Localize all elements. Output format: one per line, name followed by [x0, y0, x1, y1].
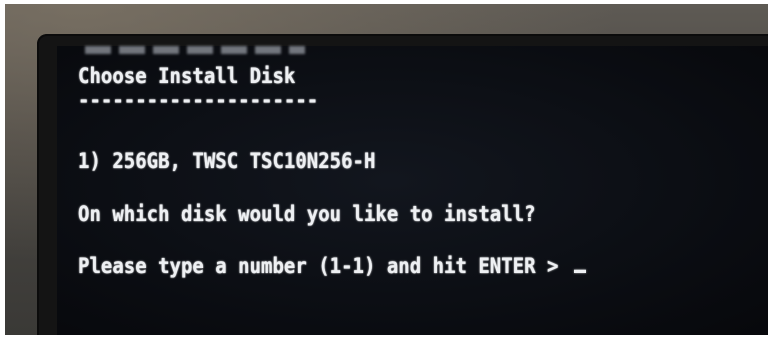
input-prompt[interactable]: Please type a number (1-1) and hit ENTER… [78, 254, 586, 279]
disk-option-1[interactable]: 1) 256GB, TWSC TSC10N256-H [78, 149, 375, 174]
partial-top-text [85, 46, 305, 54]
prompt-text: Please type a number (1-1) and hit ENTER… [78, 254, 570, 279]
installer-title: Choose Install Disk [78, 64, 296, 89]
text-cursor[interactable] [573, 269, 586, 274]
title-underline: --------------------- [78, 88, 319, 113]
install-question: On which disk would you like to install? [78, 202, 536, 227]
